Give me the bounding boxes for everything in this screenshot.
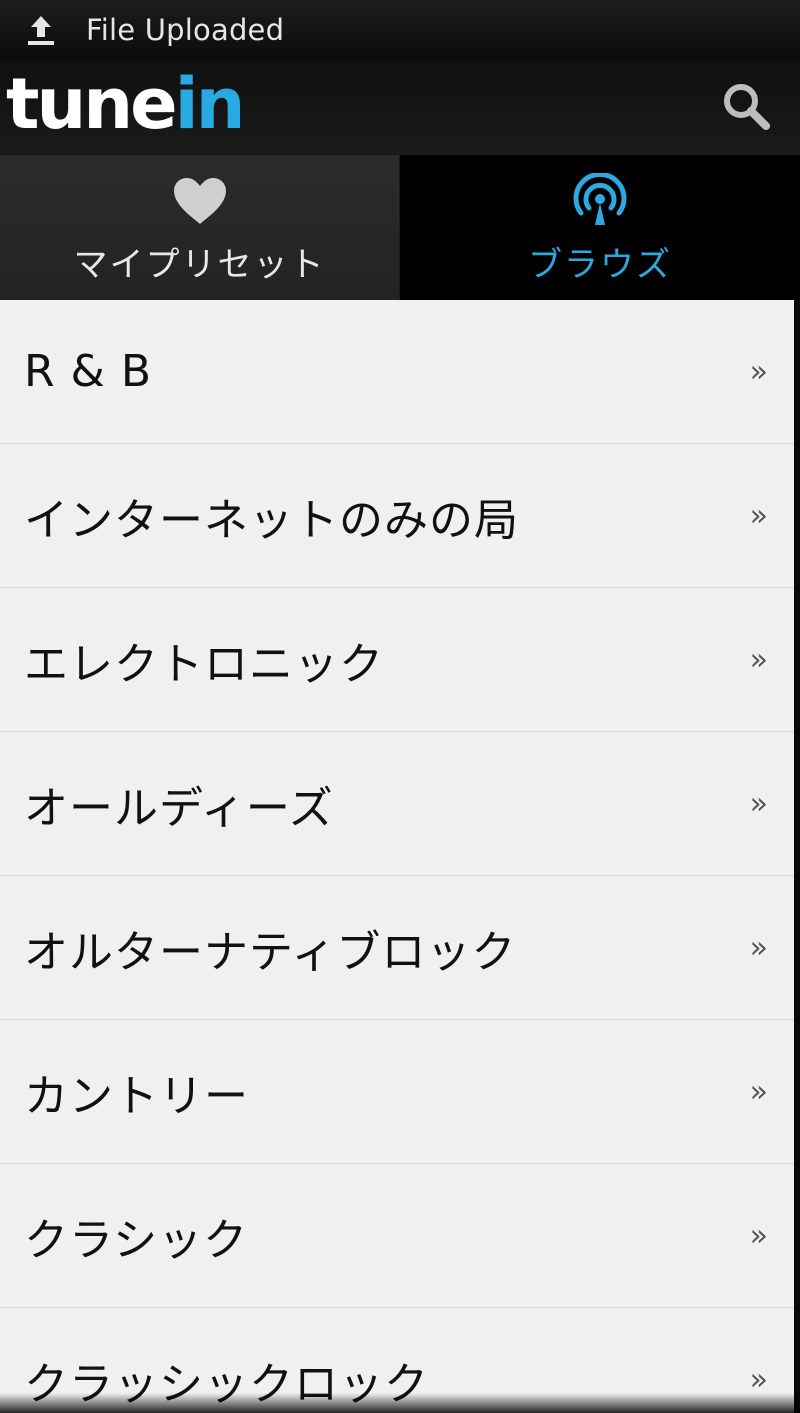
heart-icon [168,173,232,229]
logo-text-in: in [174,62,246,145]
tab-bar: マイプリセット ブラウズ [0,155,800,300]
right-edge-border [794,300,800,1413]
chevron-right-icon: » [749,786,768,821]
notification-text: File Uploaded [86,13,285,47]
search-icon [719,79,773,137]
app-bar: tunein [0,60,800,155]
list-item-label: カントリー [24,1070,249,1122]
list-item-oldies[interactable]: オールディーズ » [0,732,794,876]
broadcast-icon [568,173,632,229]
tunein-logo: tunein [6,69,245,139]
list-item-alternative-rock[interactable]: オルターナティブロック » [0,876,794,1020]
screen: File Uploaded tunein マイプリセット ブラウズ R & B … [0,0,800,1413]
chevron-right-icon: » [749,1362,768,1397]
list-item-country[interactable]: カントリー » [0,1020,794,1164]
chevron-right-icon: » [749,1218,768,1253]
upload-icon [20,9,62,51]
chevron-right-icon: » [749,642,768,677]
list-item-label: インターネットのみの局 [24,494,519,546]
tab-browse[interactable]: ブラウズ [400,155,800,300]
list-item-label: エレクトロニック [24,638,384,690]
chevron-right-icon: » [749,354,768,389]
tab-my-presets[interactable]: マイプリセット [0,155,400,300]
list-item-rnb[interactable]: R & B » [0,300,794,444]
tab-my-presets-label: マイプリセット [73,245,326,285]
status-bar: File Uploaded [0,0,800,60]
genre-list: R & B » インターネットのみの局 » エレクトロニック » オールディーズ… [0,300,794,1413]
tab-browse-label: ブラウズ [528,245,672,285]
logo-text-tune: tune [6,62,178,145]
list-item-label: オルターナティブロック [24,926,517,978]
list-item-electronic[interactable]: エレクトロニック » [0,588,794,732]
list-item-label: R & B [24,346,153,397]
list-item-label: オールディーズ [24,782,334,834]
bottom-shadow [0,1393,800,1413]
list-item-internet-only[interactable]: インターネットのみの局 » [0,444,794,588]
list-item-label: クラシック [24,1214,249,1266]
search-button[interactable] [714,76,778,140]
chevron-right-icon: » [749,1074,768,1109]
chevron-right-icon: » [749,930,768,965]
list-item-classical[interactable]: クラシック » [0,1164,794,1308]
chevron-right-icon: » [749,498,768,533]
